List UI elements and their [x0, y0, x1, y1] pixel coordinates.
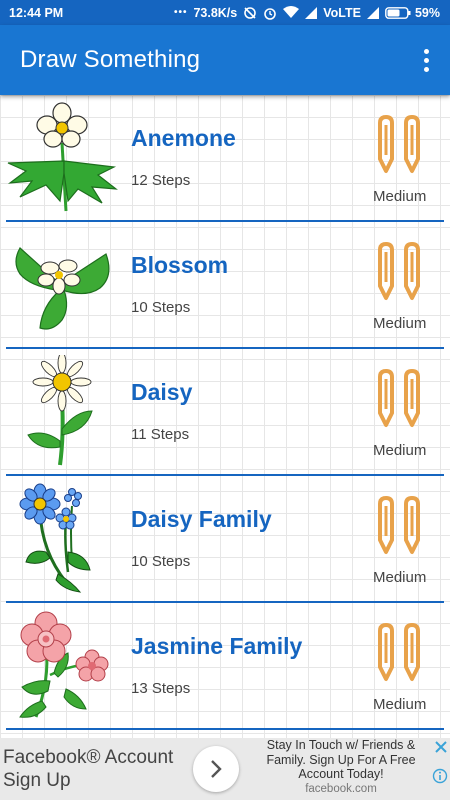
blossom-thumbnail — [15, 247, 110, 330]
pencil-difficulty-icon — [378, 496, 420, 554]
status-bar: 12:44 PM ••• 73.8K/s VoLTE 59% — [0, 0, 450, 25]
list-item[interactable]: Jasmine Family 13 Steps Medium — [0, 603, 450, 730]
item-title: Anemone — [131, 125, 236, 151]
ad-banner[interactable]: Facebook® Account Sign Up Stay In Touch … — [0, 738, 450, 800]
difficulty-label: Medium — [373, 442, 427, 459]
pencil-difficulty-icon — [378, 369, 420, 427]
signal-icon-2 — [366, 6, 379, 19]
item-title: Daisy Family — [131, 506, 272, 532]
chevron-right-icon — [211, 760, 222, 778]
ad-url: facebook.com — [305, 782, 377, 795]
wifi-icon — [283, 6, 300, 18]
drawing-list: Anemone 12 Steps Medium Blossom 10 Steps — [0, 95, 450, 738]
list-item[interactable]: Daisy 11 Steps Medium — [0, 349, 450, 476]
ad-arrow-button[interactable] — [193, 746, 239, 792]
pencil-difficulty-icon — [378, 115, 420, 173]
anemone-thumbnail — [7, 102, 118, 212]
network-label: VoLTE — [323, 5, 361, 20]
list-item[interactable]: Blossom 10 Steps Medium — [0, 222, 450, 349]
item-title: Blossom — [131, 252, 229, 278]
pencil-difficulty-icon — [378, 623, 420, 681]
battery: 59% — [385, 6, 440, 20]
status-icons: ••• 73.8K/s VoLTE 59% — [174, 6, 440, 20]
item-title: Daisy — [131, 379, 193, 405]
more-vert-icon[interactable] — [414, 40, 438, 80]
difficulty-label: Medium — [373, 315, 427, 332]
daisy-thumbnail — [27, 355, 93, 466]
ad-headline[interactable]: Facebook® Account Sign Up — [3, 746, 203, 792]
app-bar: Draw Something — [0, 25, 450, 95]
net-speed: 73.8K/s — [193, 5, 238, 20]
jasmine-family-thumbnail — [19, 611, 109, 718]
item-steps: 13 Steps — [131, 680, 191, 697]
info-icon[interactable] — [432, 768, 448, 784]
ad-body[interactable]: Stay In Touch w/ Friends & Family. Sign … — [252, 738, 430, 795]
list-item[interactable]: Daisy Family 10 Steps Medium — [0, 476, 450, 603]
battery-percent: 59% — [414, 5, 440, 20]
difficulty-label: Medium — [373, 569, 427, 586]
list-item[interactable]: Anemone 12 Steps Medium — [0, 95, 450, 222]
difficulty-label: Medium — [373, 696, 427, 713]
item-steps: 12 Steps — [131, 172, 191, 189]
signal-icon — [305, 6, 318, 19]
divider — [6, 728, 444, 730]
sync-off-icon — [244, 6, 257, 19]
ad-body-text: Stay In Touch w/ Friends & Family. Sign … — [266, 738, 416, 781]
item-title: Jasmine Family — [131, 633, 303, 659]
alarm-icon — [264, 7, 277, 20]
difficulty-label: Medium — [373, 188, 427, 205]
item-steps: 11 Steps — [131, 426, 190, 443]
close-icon[interactable] — [432, 738, 450, 756]
app-title: Draw Something — [20, 46, 201, 73]
item-steps: 10 Steps — [131, 553, 191, 570]
status-time: 12:44 PM — [9, 5, 64, 20]
daisy-family-thumbnail — [19, 483, 91, 593]
pencil-difficulty-icon — [378, 242, 420, 300]
dots-icon: ••• — [173, 7, 188, 18]
item-steps: 10 Steps — [131, 299, 191, 316]
battery-icon — [385, 6, 411, 19]
